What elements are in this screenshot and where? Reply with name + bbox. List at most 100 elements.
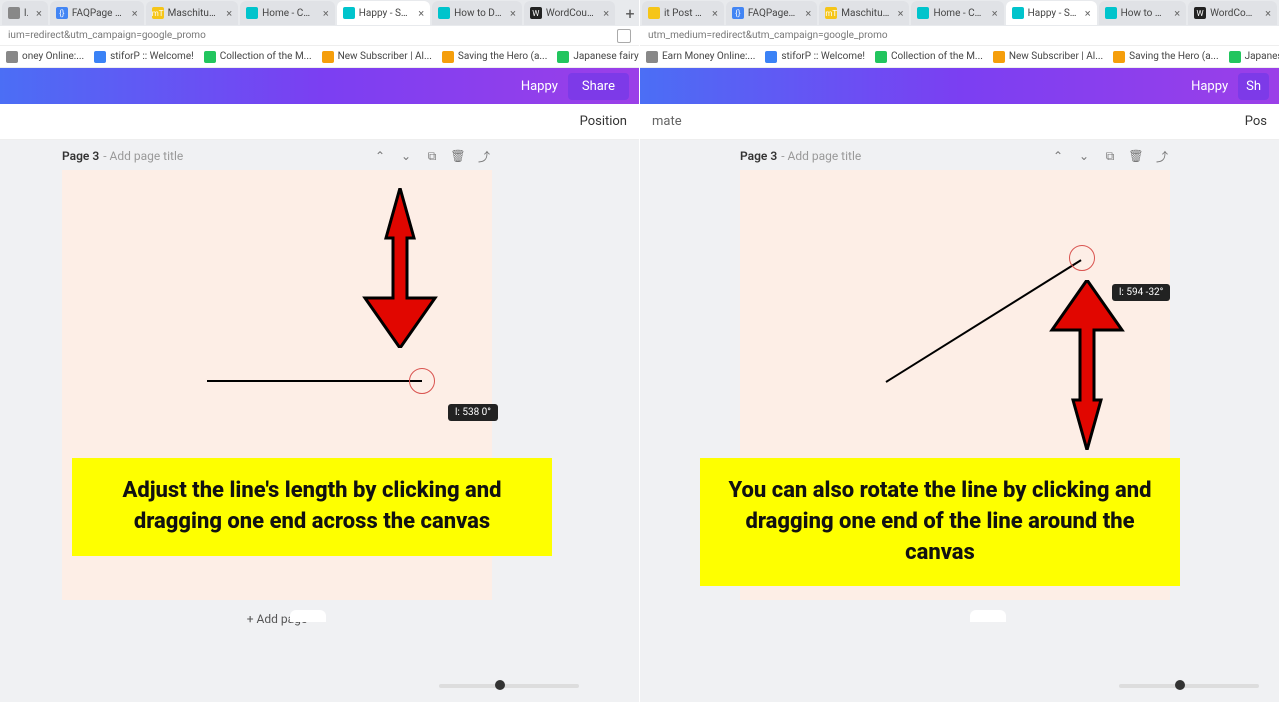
share-button[interactable]: Share [568, 73, 629, 100]
close-icon[interactable]: × [988, 7, 998, 20]
collapse-down-icon[interactable]: ⌄ [1076, 148, 1092, 164]
bookmark-favicon-icon [442, 51, 454, 63]
bookmark-item[interactable]: stiforP :: Welcome! [765, 51, 865, 63]
tab-title: FAQPage JSO [748, 8, 798, 19]
close-icon[interactable]: × [801, 7, 811, 20]
bookmark-favicon-icon [557, 51, 569, 63]
browser-tab[interactable]: Home - Canva × [911, 1, 1003, 25]
close-icon[interactable]: × [128, 7, 138, 20]
close-icon[interactable]: × [222, 7, 232, 20]
close-icon[interactable]: × [599, 7, 609, 20]
bookmark-label: Saving the Hero (a... [458, 51, 547, 62]
tab-title: How to Draw [454, 8, 502, 19]
collapse-up-icon[interactable]: ⌃ [1050, 148, 1066, 164]
browser-tab[interactable]: {} FAQPage JSO× [726, 1, 817, 25]
browser-tab[interactable]: WWordCounter× [1188, 1, 1277, 25]
bookmark-item[interactable]: New Subscriber | Al... [993, 51, 1103, 63]
line-end-handle[interactable] [1069, 245, 1095, 271]
share-button[interactable]: Sh [1238, 73, 1269, 100]
export-page-icon[interactable]: ⤴ [1154, 148, 1170, 164]
add-page-button[interactable]: + Add page [62, 606, 492, 632]
browser-tab[interactable]: it Post - Ma × [642, 1, 724, 25]
close-icon[interactable]: × [506, 7, 516, 20]
tab-title: it Post - Ma [664, 8, 704, 19]
bookmark-item[interactable]: Saving the Hero (a... [442, 51, 547, 63]
close-icon[interactable]: × [1170, 7, 1180, 20]
position-button[interactable]: Position [580, 114, 627, 129]
browser-tab[interactable]: How to Draw × [432, 1, 522, 25]
tab-title: Maschituts — [168, 8, 219, 19]
new-tab-button[interactable]: + [621, 3, 639, 23]
address-bar[interactable]: utm_medium=redirect&utm_campaign=google_… [640, 26, 1279, 46]
page-indicator[interactable] [970, 610, 1006, 622]
browser-tab[interactable]: W WordCounter × [524, 1, 615, 25]
bookmark-item[interactable]: stiforP :: Welcome! [94, 51, 194, 63]
tab-favicon-icon: {} [732, 7, 744, 19]
browser-tab[interactable]: mTMaschituts —× [146, 1, 239, 25]
editor-area: Page 3 - Add page title ⌃ ⌄ ⧉ 🗑 ⤴ l: 594… [640, 140, 1279, 702]
browser-tab[interactable]: la× [2, 1, 48, 25]
tab-title: Home - Canva [933, 8, 983, 19]
bookmark-item[interactable]: Collection of the M... [875, 51, 983, 63]
bookmark-item[interactable]: oney Online:... [6, 51, 84, 63]
bookmark-item[interactable]: Japanese fairy tales [557, 51, 639, 63]
line-element[interactable] [207, 380, 422, 382]
zoom-thumb[interactable] [1175, 680, 1185, 690]
browser-tab[interactable]: Happy - Socia× [337, 1, 430, 25]
close-icon[interactable]: × [414, 7, 424, 20]
bookmark-item[interactable]: Collection of the M... [204, 51, 312, 63]
address-bar[interactable]: ium=redirect&utm_campaign=google_promo [0, 26, 639, 46]
bookmark-item[interactable]: New Subscriber | Al... [322, 51, 432, 63]
browser-tab[interactable]: {}FAQPage JSO× [50, 1, 144, 25]
document-name[interactable]: Happy [521, 79, 558, 94]
page-indicator[interactable] [290, 610, 326, 622]
position-button[interactable]: Pos [1245, 114, 1267, 129]
collapse-down-icon[interactable]: ⌄ [398, 148, 414, 164]
line-measure-tooltip: l: 538 0° [448, 404, 498, 421]
close-icon[interactable]: × [1261, 7, 1271, 20]
bookmark-item[interactable]: Earn Money Online:... [646, 51, 755, 63]
tab-title: WordCounter [546, 8, 595, 19]
duplicate-page-icon[interactable]: ⧉ [424, 148, 440, 164]
browser-tab[interactable]: Happy - Socia× [1006, 1, 1097, 25]
tab-favicon-icon [438, 7, 450, 19]
bookmark-label: stiforP :: Welcome! [781, 51, 865, 62]
export-page-icon[interactable]: ⤴ [476, 148, 492, 164]
zoom-slider[interactable] [439, 684, 579, 688]
bookmark-favicon-icon [1113, 51, 1125, 63]
close-icon[interactable]: × [894, 7, 904, 20]
page-title-input[interactable]: - Add page title [103, 149, 183, 163]
delete-page-icon[interactable]: 🗑 [450, 148, 466, 164]
zoom-thumb[interactable] [495, 680, 505, 690]
duplicate-page-icon[interactable]: ⧉ [1102, 148, 1118, 164]
bookmark-label: Japanese fairy tales [1245, 51, 1279, 62]
panel-left: la×{}FAQPage JSO×mTMaschituts —×Home - C… [0, 0, 640, 720]
document-name[interactable]: Happy [1191, 79, 1228, 94]
tab-favicon-icon: W [530, 7, 542, 19]
collapse-up-icon[interactable]: ⌃ [372, 148, 388, 164]
bookmark-favicon-icon [646, 51, 658, 63]
url-text: ium=redirect&utm_campaign=google_promo [8, 30, 206, 41]
bookmark-item[interactable]: Saving the Hero (a... [1113, 51, 1218, 63]
bookmark-item[interactable]: Japanese fairy tales [1229, 51, 1279, 63]
close-icon[interactable]: × [1081, 7, 1091, 20]
page-title-input[interactable]: - Add page title [781, 149, 861, 163]
browser-tab[interactable]: How to Draw× [1099, 1, 1186, 25]
tab-favicon-icon [246, 7, 258, 19]
reader-icon[interactable] [617, 29, 631, 43]
page-number: Page 3 [62, 149, 99, 163]
tab-favicon-icon [343, 7, 355, 19]
delete-page-icon[interactable]: 🗑 [1128, 148, 1144, 164]
canva-toolbar: mate Pos [640, 104, 1279, 140]
close-icon[interactable]: × [708, 7, 718, 20]
browser-tab[interactable]: Home - Canva× [240, 1, 335, 25]
zoom-slider[interactable] [1119, 684, 1259, 688]
panel-right: it Post - Ma×{}FAQPage JSO×mTMaschituts … [640, 0, 1280, 720]
close-icon[interactable]: × [32, 7, 42, 20]
line-end-handle[interactable] [409, 368, 435, 394]
page-header: Page 3 - Add page title ⌃ ⌄ ⧉ 🗑 ⤴ [62, 148, 492, 164]
canva-toolbar: Position [0, 104, 639, 140]
bookmark-label: Saving the Hero (a... [1129, 51, 1218, 62]
close-icon[interactable]: × [319, 7, 329, 20]
browser-tab[interactable]: mTMaschituts —× [819, 1, 909, 25]
